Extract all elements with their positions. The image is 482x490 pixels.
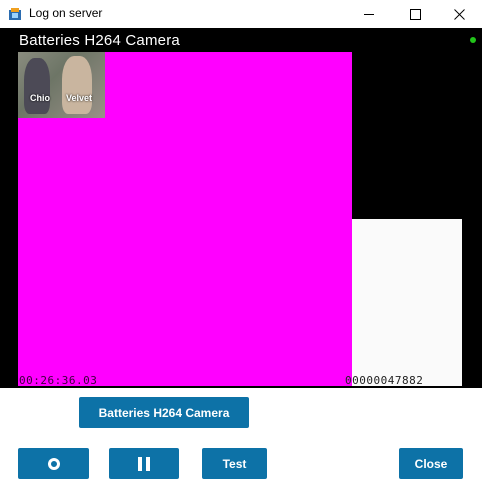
test-button[interactable]: Test	[202, 448, 267, 479]
app-icon	[9, 8, 21, 20]
close-icon	[453, 8, 465, 20]
close-button[interactable]: Close	[399, 448, 463, 479]
pause-icon	[138, 456, 150, 471]
video-thumbnail: Chio Velvet	[18, 52, 105, 118]
camera-select-label: Batteries H264 Camera	[98, 405, 230, 420]
maximize-button[interactable]	[392, 0, 438, 28]
record-icon	[47, 457, 60, 470]
frame-counter: 00000047882	[345, 374, 424, 387]
camera-title: Batteries H264 Camera	[19, 32, 180, 49]
camera-select-button[interactable]: Batteries H264 Camera	[79, 397, 249, 428]
record-button[interactable]	[18, 448, 89, 479]
thumbnail-label-left: Chio	[30, 93, 50, 103]
live-indicator	[470, 37, 476, 43]
maximize-icon	[409, 8, 421, 20]
doll-figure-right	[62, 56, 92, 114]
title-bar: Log on server	[0, 0, 482, 28]
close-label: Close	[414, 456, 448, 471]
window-title: Log on server	[29, 6, 103, 20]
test-label: Test	[222, 456, 247, 471]
doll-figure-left	[24, 58, 50, 114]
minimize-button[interactable]	[346, 0, 392, 28]
video-timestamp: 00:26:36.03	[19, 374, 98, 387]
video-view[interactable]: Batteries H264 Camera Chio Velvet 00:26:…	[0, 28, 482, 388]
close-window-button[interactable]	[436, 0, 482, 28]
video-white-region	[352, 219, 462, 386]
minimize-icon	[364, 13, 374, 15]
pause-button[interactable]	[109, 448, 179, 479]
thumbnail-label-right: Velvet	[66, 93, 93, 103]
